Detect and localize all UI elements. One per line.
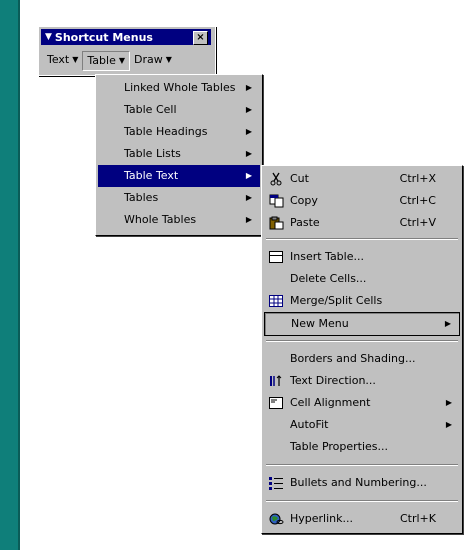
submenu-arrow-icon: ▶ bbox=[245, 193, 252, 202]
menu-item-table-lists[interactable]: Table Lists ▶ bbox=[98, 143, 260, 165]
chevron-down-icon: ▼ bbox=[165, 55, 172, 64]
menu-item-label: Table Cell bbox=[124, 103, 177, 116]
submenu-arrow-icon: ▶ bbox=[245, 171, 252, 180]
cut-icon bbox=[268, 172, 284, 186]
copy-icon bbox=[268, 194, 284, 208]
hyperlink-icon bbox=[268, 512, 284, 526]
menu-item-table-text[interactable]: Table Text ▶ bbox=[98, 165, 260, 187]
menu-item-label: Table Properties... bbox=[290, 440, 389, 453]
menu-item-delete-cells[interactable]: Delete Cells... bbox=[264, 268, 460, 290]
submenu-arrow-icon: ▶ bbox=[445, 398, 452, 407]
menu-item-linked-whole-tables[interactable]: Linked Whole Tables ▶ bbox=[98, 77, 260, 99]
toolbar-item-text[interactable]: Text ▼ bbox=[43, 51, 82, 69]
menu-item-label: New Menu bbox=[291, 317, 349, 330]
menu-item-hyperlink[interactable]: Hyperlink... Ctrl+K bbox=[264, 508, 460, 530]
menu-item-label: Cell Alignment bbox=[290, 396, 371, 409]
menu-item-label: Bullets and Numbering... bbox=[290, 476, 427, 489]
menu-item-label: Tables bbox=[124, 191, 159, 204]
toolbar-item-label: Draw bbox=[134, 53, 163, 66]
menu-item-label: Insert Table... bbox=[290, 250, 364, 263]
menu-item-tables[interactable]: Tables ▶ bbox=[98, 187, 260, 209]
menu-item-label: Merge/Split Cells bbox=[290, 294, 383, 307]
chevron-down-icon: ▼ bbox=[72, 55, 79, 64]
menu-item-label: Table Lists bbox=[124, 147, 181, 160]
toolbar-menu-caret-icon[interactable]: ▼ bbox=[45, 32, 52, 42]
toolbar-title: Shortcut Menus bbox=[54, 30, 153, 44]
menu-item-table-properties[interactable]: Table Properties... bbox=[264, 436, 460, 458]
menu-item-label: Cut bbox=[290, 172, 309, 185]
menu-item-autofit[interactable]: AutoFit ▶ bbox=[264, 414, 460, 436]
menu-item-insert-table[interactable]: Insert Table... bbox=[264, 246, 460, 268]
menu-item-table-cell[interactable]: Table Cell ▶ bbox=[98, 99, 260, 121]
menu-item-label: Paste bbox=[290, 216, 320, 229]
toolbar-item-label: Text bbox=[47, 53, 70, 66]
toolbar-item-draw[interactable]: Draw ▼ bbox=[130, 51, 176, 69]
menu-item-label: Copy bbox=[290, 194, 318, 207]
menu-separator bbox=[266, 500, 458, 502]
submenu-arrow-icon: ▶ bbox=[245, 215, 252, 224]
table-submenu: Linked Whole Tables ▶ Table Cell ▶ Table H… bbox=[95, 74, 263, 236]
table-text-submenu: Cut Ctrl+X Copy Ctrl+C Paste Ctrl+V Inse… bbox=[261, 165, 463, 534]
submenu-arrow-icon: ▶ bbox=[245, 149, 252, 158]
menu-item-label: Text Direction... bbox=[290, 374, 376, 387]
submenu-arrow-icon: ▶ bbox=[245, 83, 252, 92]
menu-item-cut[interactable]: Cut Ctrl+X bbox=[264, 168, 460, 190]
shortcut-menus-toolbar: ▼ Shortcut Menus × Text ▼ Table ▼ Draw ▼ bbox=[38, 26, 216, 76]
toolbar-title-bar[interactable]: ▼ Shortcut Menus × bbox=[41, 29, 211, 45]
menu-item-text-direction[interactable]: Text Direction... bbox=[264, 370, 460, 392]
menu-item-merge-split-cells[interactable]: Merge/Split Cells bbox=[264, 290, 460, 312]
insert-table-icon bbox=[268, 250, 284, 264]
menu-separator bbox=[266, 340, 458, 342]
menu-separator bbox=[266, 464, 458, 466]
paste-icon bbox=[268, 216, 284, 230]
menu-item-whole-tables[interactable]: Whole Tables ▶ bbox=[98, 209, 260, 231]
menu-item-new-menu[interactable]: New Menu ▶ bbox=[264, 312, 460, 336]
menu-item-label: Borders and Shading... bbox=[290, 352, 416, 365]
menu-item-label: Linked Whole Tables bbox=[124, 81, 236, 94]
shortcut-label: Ctrl+C bbox=[399, 194, 436, 207]
text-direction-icon bbox=[268, 374, 284, 388]
toolbar-item-label: Table bbox=[87, 54, 116, 67]
shortcut-label: Ctrl+X bbox=[399, 172, 436, 185]
menu-item-label: Hyperlink... bbox=[290, 512, 353, 525]
close-icon[interactable]: × bbox=[193, 31, 208, 45]
submenu-arrow-icon: ▶ bbox=[245, 105, 252, 114]
menu-item-label: AutoFit bbox=[290, 418, 329, 431]
menu-item-cell-alignment[interactable]: Cell Alignment ▶ bbox=[264, 392, 460, 414]
cell-alignment-icon bbox=[268, 396, 284, 410]
menu-item-label: Table Text bbox=[124, 169, 179, 182]
menu-item-label: Whole Tables bbox=[124, 213, 197, 226]
submenu-arrow-icon: ▶ bbox=[444, 319, 451, 328]
menu-item-label: Table Headings bbox=[124, 125, 208, 138]
bullets-icon bbox=[268, 476, 284, 490]
toolbar-item-table[interactable]: Table ▼ bbox=[82, 51, 131, 71]
menu-separator bbox=[266, 238, 458, 240]
menu-item-borders-shading[interactable]: Borders and Shading... bbox=[264, 348, 460, 370]
menu-item-copy[interactable]: Copy Ctrl+C bbox=[264, 190, 460, 212]
shortcut-label: Ctrl+V bbox=[399, 216, 436, 229]
menu-item-paste[interactable]: Paste Ctrl+V bbox=[264, 212, 460, 234]
menu-item-label: Delete Cells... bbox=[290, 272, 367, 285]
menu-item-bullets-numbering[interactable]: Bullets and Numbering... bbox=[264, 472, 460, 494]
menu-item-table-headings[interactable]: Table Headings ▶ bbox=[98, 121, 260, 143]
shortcut-label: Ctrl+K bbox=[399, 512, 436, 525]
chevron-down-icon: ▼ bbox=[118, 56, 126, 65]
submenu-arrow-icon: ▶ bbox=[245, 127, 252, 136]
submenu-arrow-icon: ▶ bbox=[445, 420, 452, 429]
merge-cells-icon bbox=[268, 294, 284, 308]
